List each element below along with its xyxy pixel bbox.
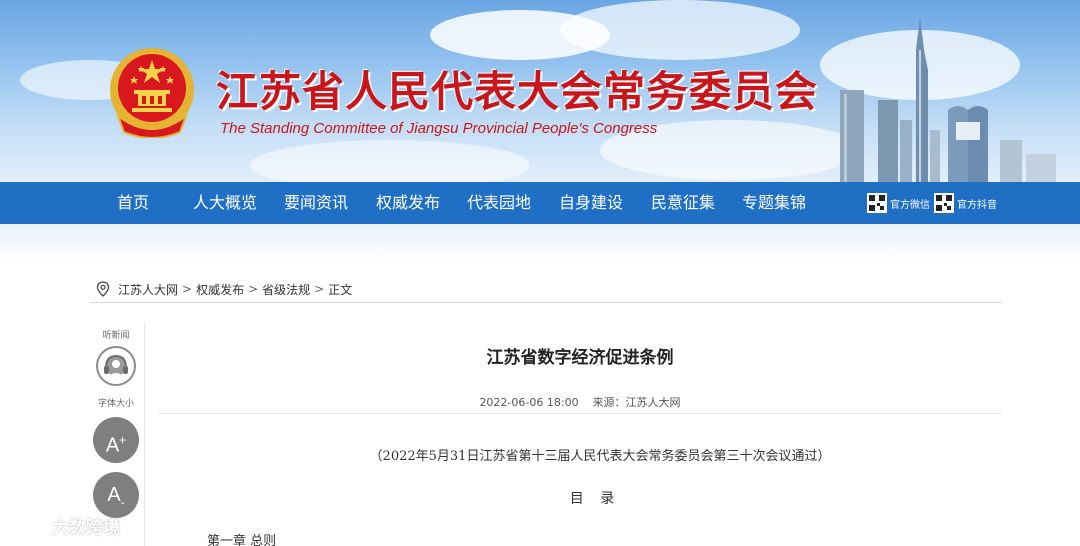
city-skyline-image bbox=[840, 16, 1056, 182]
nav-item-overview[interactable]: 人大概览 bbox=[193, 182, 257, 224]
watermark: 大数跨境 bbox=[8, 510, 148, 540]
article-source: 来源：江苏人大网 bbox=[592, 396, 681, 409]
article-title: 江苏省数字经济促进条例 bbox=[486, 348, 674, 368]
breadcrumb-item-home[interactable]: 江苏人大网 bbox=[118, 281, 178, 298]
nav-item-news[interactable]: 要闻资讯 bbox=[284, 182, 348, 224]
douyin-label: 官方抖音 bbox=[957, 199, 997, 211]
breadcrumb-separator: > bbox=[314, 282, 325, 296]
cloud-decoration bbox=[560, 0, 800, 60]
qr-code-icon bbox=[867, 193, 887, 213]
article-meta: 2022-06-06 18:00 来源：江苏人大网 bbox=[380, 394, 780, 410]
breadcrumb: 江苏人大网 > 权威发布 > 省级法规 > 正文 bbox=[90, 276, 1002, 302]
nav-shadow bbox=[0, 224, 1080, 264]
nav-item-deputies[interactable]: 代表园地 bbox=[467, 182, 531, 224]
qr-code-icon bbox=[934, 193, 954, 213]
headphones-icon bbox=[104, 354, 128, 376]
wechat-link[interactable]: 官方微信 bbox=[867, 192, 930, 214]
nav-item-home[interactable]: 首页 bbox=[117, 182, 149, 224]
font-decrease-glyph: A bbox=[107, 484, 121, 506]
nav-item-self-building[interactable]: 自身建设 bbox=[559, 182, 623, 224]
site-subtitle: The Standing Committee of Jiangsu Provin… bbox=[220, 120, 658, 137]
national-emblem-icon bbox=[110, 48, 194, 138]
watermark-logo-icon bbox=[9, 515, 44, 534]
location-pin-icon bbox=[96, 281, 110, 297]
cloud-decoration bbox=[250, 140, 530, 182]
listen-news-button[interactable] bbox=[96, 346, 136, 386]
font-size-label: 字体大小 bbox=[97, 399, 134, 409]
wechat-label: 官方微信 bbox=[890, 199, 930, 211]
watermark-text: 大数跨境 bbox=[52, 517, 120, 538]
breadcrumb-divider bbox=[90, 302, 1002, 303]
article-meta-divider bbox=[158, 413, 1002, 414]
nav-item-releases[interactable]: 权威发布 bbox=[376, 182, 440, 224]
breadcrumb-separator: > bbox=[248, 282, 259, 296]
listen-news-label: 听新闻 bbox=[102, 331, 130, 341]
breadcrumb-item-current: 正文 bbox=[328, 282, 353, 297]
nav-item-topics[interactable]: 专题集锦 bbox=[742, 182, 806, 224]
site-title: 江苏省人民代表大会常务委员会 bbox=[216, 67, 819, 116]
plus-icon: + bbox=[119, 433, 127, 447]
font-increase-button[interactable]: A+ bbox=[93, 417, 139, 463]
adoption-note: （2022年5月31日江苏省第十三届人民代表大会常务委员会第三十次会议通过） bbox=[369, 449, 831, 464]
minus-icon: - bbox=[120, 495, 125, 509]
table-of-contents-title: 目 录 bbox=[569, 491, 621, 507]
breadcrumb-item-releases[interactable]: 权威发布 bbox=[196, 281, 244, 298]
header-banner: 江苏省人民代表大会常务委员会 The Standing Committee of… bbox=[0, 0, 1080, 182]
breadcrumb-separator: > bbox=[182, 282, 193, 296]
chapter-heading: 第一章 总则 bbox=[207, 534, 277, 546]
main-nav: 首页 人大概览 要闻资讯 权威发布 代表园地 自身建设 民意征集 专题集锦 官方… bbox=[0, 182, 1080, 224]
douyin-link[interactable]: 官方抖音 bbox=[934, 192, 997, 214]
nav-item-public-opinion[interactable]: 民意征集 bbox=[651, 182, 715, 224]
article-date: 2022-06-06 18:00 bbox=[479, 396, 579, 409]
breadcrumb-item-provincial-regulations[interactable]: 省级法规 bbox=[262, 281, 310, 298]
font-increase-glyph: A bbox=[105, 434, 120, 457]
